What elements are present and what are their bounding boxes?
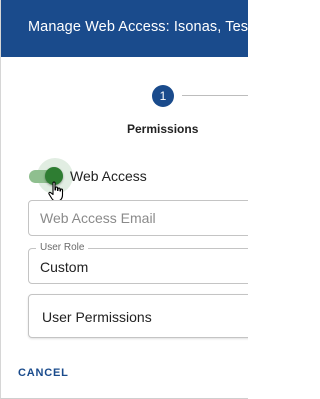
user-role-legend: User Role — [36, 242, 89, 253]
user-role-value: Custom — [40, 259, 89, 275]
step-label-permissions: Permissions — [127, 122, 199, 136]
cancel-button[interactable]: CANCEL — [18, 367, 69, 379]
stepper-connector — [182, 95, 248, 96]
step-1-indicator[interactable]: 1 — [152, 85, 174, 107]
dialog-titlebar: Manage Web Access: Isonas, Tes — [1, 0, 248, 57]
user-permissions-label: User Permissions — [42, 309, 152, 325]
user-role-select[interactable]: User Role Custom — [28, 242, 248, 284]
web-access-label: Web Access — [70, 168, 147, 184]
web-access-email-field[interactable] — [28, 200, 248, 236]
user-permissions-panel[interactable]: User Permissions — [28, 294, 248, 338]
dialog-title: Manage Web Access: Isonas, Tes — [28, 19, 248, 35]
manage-web-access-dialog: Manage Web Access: Isonas, Tes 1 Permiss… — [0, 0, 248, 399]
web-access-email-input[interactable] — [40, 210, 240, 226]
